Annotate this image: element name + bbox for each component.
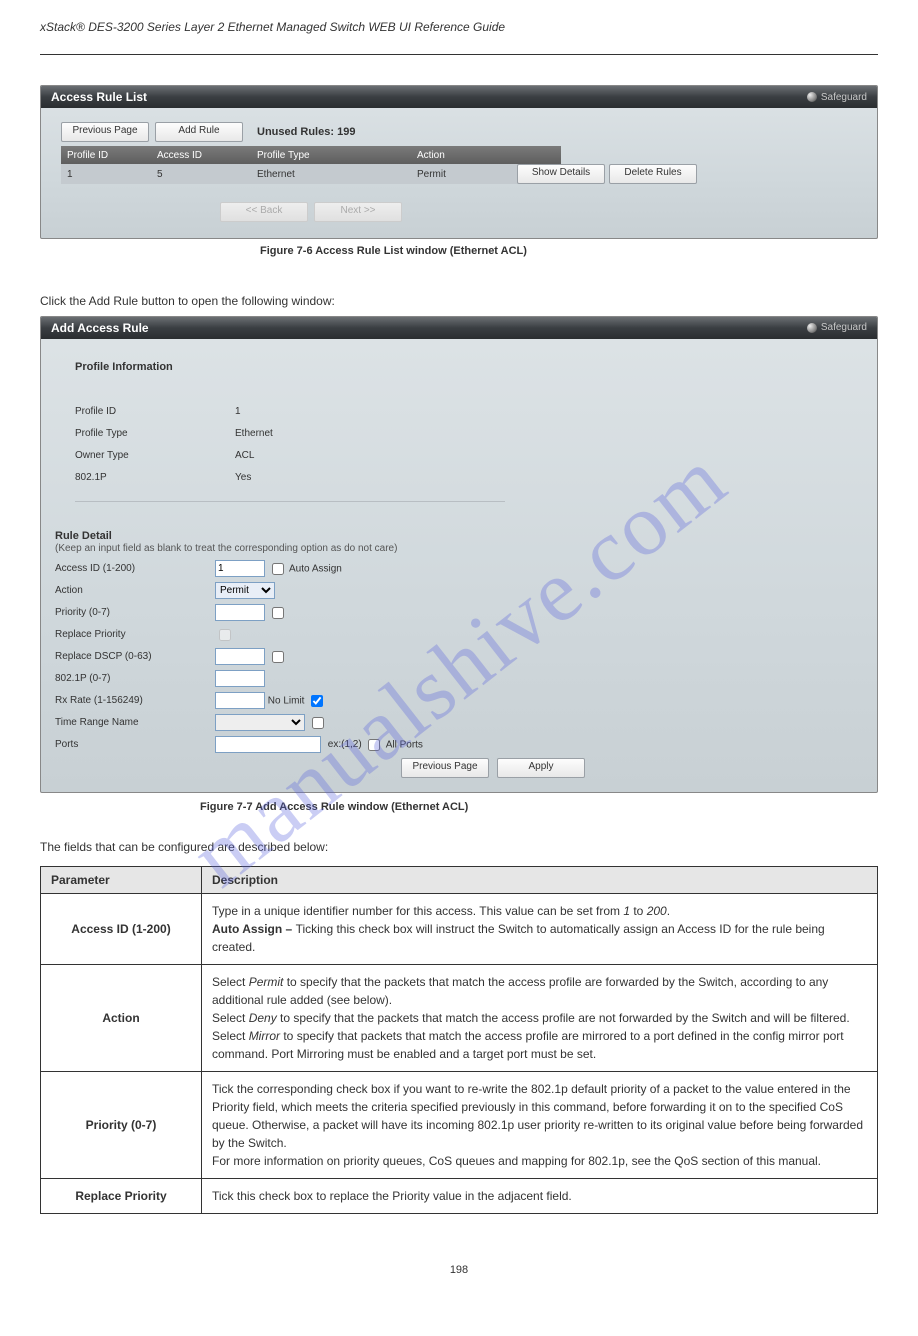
- previous-page-button-2[interactable]: Previous Page: [401, 758, 489, 778]
- panel-title-2: Add Access Rule: [51, 321, 149, 335]
- replace-dscp-label: Replace DSCP (0-63): [55, 651, 215, 662]
- ports-label: Ports: [55, 739, 215, 750]
- figure-caption-2: Figure 7-7 Add Access Rule window (Ether…: [200, 801, 878, 813]
- pager: << Back Next >>: [61, 202, 621, 222]
- doc-header-title: xStack® DES-3200 Series Layer 2 Ethernet…: [40, 20, 878, 34]
- unused-rules-label: Unused Rules: 199: [257, 126, 355, 138]
- access-id-input[interactable]: [215, 560, 265, 577]
- ports-input[interactable]: [215, 736, 321, 753]
- time-range-checkbox[interactable]: [312, 717, 324, 729]
- pager-next-button[interactable]: Next >>: [314, 202, 402, 222]
- time-range-select[interactable]: [215, 714, 305, 731]
- ports-hint: ex:(1,2): [328, 739, 362, 750]
- profile-type-label: Profile Type: [75, 428, 235, 439]
- show-details-button[interactable]: Show Details: [517, 164, 605, 184]
- table-row: Replace Priority Tick this check box to …: [41, 1178, 878, 1213]
- pager-back-button[interactable]: << Back: [220, 202, 308, 222]
- time-range-label: Time Range Name: [55, 717, 215, 728]
- intro-text: The fields that can be configured are de…: [40, 839, 878, 856]
- profile-id-label: Profile ID: [75, 406, 235, 417]
- page-number: 198: [40, 1264, 878, 1276]
- rule-detail-hint: (Keep an input field as blank to treat t…: [55, 543, 397, 554]
- param-replace-priority: Replace Priority: [41, 1178, 202, 1213]
- param-access-id: Access ID (1-200): [41, 893, 202, 964]
- add-rule-button[interactable]: Add Rule: [155, 122, 243, 142]
- action-select[interactable]: Permit: [215, 582, 275, 599]
- replace-priority-checkbox[interactable]: [219, 629, 231, 641]
- col-profile-id: Profile ID: [67, 150, 157, 161]
- previous-page-button[interactable]: Previous Page: [61, 122, 149, 142]
- panel-titlebar-2: Add Access Rule Safeguard: [41, 317, 877, 339]
- parameter-table: Parameter Description Access ID (1-200) …: [40, 866, 878, 1214]
- replace-dscp-checkbox[interactable]: [272, 651, 284, 663]
- action-label: Action: [55, 585, 215, 596]
- priority-input[interactable]: [215, 604, 265, 621]
- delete-rules-button[interactable]: Delete Rules: [609, 164, 697, 184]
- col-action: Action: [417, 150, 517, 161]
- cell-access-id: 5: [157, 169, 257, 180]
- replace-dscp-input[interactable]: [215, 648, 265, 665]
- apply-button[interactable]: Apply: [497, 758, 585, 778]
- th-parameter: Parameter: [41, 866, 202, 893]
- 8021p-input[interactable]: [215, 670, 265, 687]
- auto-assign-checkbox[interactable]: [272, 563, 284, 575]
- priority-checkbox[interactable]: [272, 607, 284, 619]
- safeguard-indicator-2: Safeguard: [807, 322, 867, 333]
- priority-label: Priority (0-7): [55, 607, 215, 618]
- profile-id-value: 1: [235, 406, 843, 417]
- param-priority: Priority (0-7): [41, 1071, 202, 1178]
- table-row: 1 5 Ethernet Permit Show Details Delete …: [61, 164, 561, 184]
- col-access-id: Access ID: [157, 150, 257, 161]
- desc-action: Select Permit to specify that the packet…: [202, 964, 878, 1071]
- no-limit-checkbox[interactable]: [311, 695, 323, 707]
- all-ports-checkbox[interactable]: [368, 739, 380, 751]
- section-divider: [75, 501, 505, 502]
- table-row: Action Select Permit to specify that the…: [41, 964, 878, 1071]
- safeguard-label-2: Safeguard: [821, 322, 867, 333]
- cell-profile-id: 1: [67, 169, 157, 180]
- table-row: Priority (0-7) Tick the corresponding ch…: [41, 1071, 878, 1178]
- rx-rate-input[interactable]: [215, 692, 265, 709]
- panel-title: Access Rule List: [51, 90, 147, 104]
- no-limit-label: No Limit: [268, 695, 305, 706]
- desc-access-id: Type in a unique identifier number for t…: [202, 893, 878, 964]
- auto-assign-label: Auto Assign: [289, 563, 342, 574]
- param-action: Action: [41, 964, 202, 1071]
- panel-titlebar: Access Rule List Safeguard: [41, 86, 877, 108]
- add-access-rule-panel: Add Access Rule Safeguard Profile Inform…: [40, 316, 878, 793]
- safeguard-label: Safeguard: [821, 92, 867, 103]
- replace-priority-label: Replace Priority: [55, 629, 215, 640]
- 8021p-value: Yes: [235, 472, 843, 483]
- cell-action: Permit: [417, 169, 517, 180]
- figure-caption-1: Figure 7-6 Access Rule List window (Ethe…: [260, 245, 878, 257]
- safeguard-indicator: Safeguard: [807, 92, 867, 103]
- 8021p-label: 802.1P: [75, 472, 235, 483]
- col-profile-type: Profile Type: [257, 150, 417, 161]
- safeguard-icon: [807, 92, 817, 102]
- desc-replace-priority: Tick this check box to replace the Prior…: [202, 1178, 878, 1213]
- owner-type-label: Owner Type: [75, 450, 235, 461]
- all-ports-label: All Ports: [386, 739, 423, 750]
- profile-type-value: Ethernet: [235, 428, 843, 439]
- rx-rate-label: Rx Rate (1-156249): [55, 695, 215, 706]
- access-rule-list-panel: Access Rule List Safeguard Previous Page…: [40, 85, 878, 239]
- table-row: Access ID (1-200) Type in a unique ident…: [41, 893, 878, 964]
- cell-profile-type: Ethernet: [257, 169, 417, 180]
- profile-info-heading: Profile Information: [75, 361, 843, 373]
- rule-detail-heading: Rule Detail: [55, 530, 112, 542]
- access-id-label: Access ID (1-200): [55, 563, 215, 574]
- desc-priority: Tick the corresponding check box if you …: [202, 1071, 878, 1178]
- owner-type-value: ACL: [235, 450, 843, 461]
- safeguard-icon-2: [807, 323, 817, 333]
- header-rule: [40, 54, 878, 55]
- 8021p-rule-label: 802.1P (0-7): [55, 673, 215, 684]
- th-description: Description: [202, 866, 878, 893]
- table-header: Profile ID Access ID Profile Type Action: [61, 146, 561, 164]
- mid-text: Click the Add Rule button to open the fo…: [40, 293, 878, 310]
